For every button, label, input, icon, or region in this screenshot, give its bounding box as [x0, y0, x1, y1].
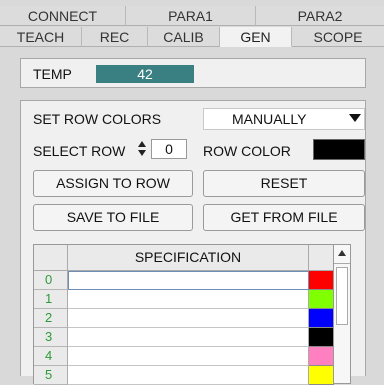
- tab-row-bottom: TEACH REC CALIB GEN SCOPE: [0, 27, 384, 47]
- select-row-input[interactable]: 0: [151, 139, 187, 159]
- reset-button[interactable]: RESET: [203, 170, 365, 197]
- table-scrollbar[interactable]: [333, 244, 351, 384]
- select-row-label: SELECT ROW: [33, 143, 126, 159]
- tab-connect[interactable]: CONNECT: [0, 6, 126, 26]
- row-header[interactable]: 4: [34, 347, 68, 366]
- chevron-up-icon: [338, 250, 346, 256]
- row-color-cell[interactable]: [309, 309, 334, 328]
- corner-header: [34, 245, 68, 271]
- specification-cell[interactable]: [68, 290, 309, 309]
- row-color-label: ROW COLOR: [203, 143, 291, 159]
- tab-para1[interactable]: PARA1: [126, 6, 256, 26]
- scroll-thumb[interactable]: [336, 267, 348, 325]
- temperature-panel: TEMP 42: [20, 58, 366, 88]
- increment-icon[interactable]: [138, 141, 146, 147]
- row-colors-mode-value: MANUALLY: [232, 111, 307, 127]
- row-color-cell[interactable]: [309, 328, 334, 347]
- row-color-cell[interactable]: [309, 347, 334, 366]
- specification-cell[interactable]: [68, 309, 309, 328]
- get-from-file-button[interactable]: GET FROM FILE: [203, 204, 365, 231]
- temp-value-display: 42: [96, 65, 194, 83]
- row-header[interactable]: 3: [34, 328, 68, 347]
- tab-teach[interactable]: TEACH: [0, 27, 82, 47]
- assign-to-row-button[interactable]: ASSIGN TO ROW: [33, 170, 193, 197]
- tab-rec[interactable]: REC: [82, 27, 148, 47]
- select-row-spinner[interactable]: [137, 139, 148, 159]
- specification-table: SPECIFICATION 012345: [33, 244, 335, 385]
- tab-gen[interactable]: GEN: [220, 27, 292, 47]
- row-colors-mode-select[interactable]: MANUALLY: [203, 108, 365, 130]
- specification-cell[interactable]: [68, 271, 309, 290]
- tab-calib[interactable]: CALIB: [148, 27, 220, 47]
- row-header[interactable]: 1: [34, 290, 68, 309]
- color-column-header: [309, 245, 334, 271]
- set-row-colors-label: SET ROW COLORS: [33, 111, 162, 127]
- save-to-file-button[interactable]: SAVE TO FILE: [33, 204, 193, 231]
- row-header[interactable]: 0: [34, 271, 68, 290]
- row-color-cell[interactable]: [309, 271, 334, 290]
- tab-para2[interactable]: PARA2: [256, 6, 384, 26]
- row-header[interactable]: 2: [34, 309, 68, 328]
- chevron-down-icon: [349, 114, 361, 122]
- specification-cell[interactable]: [68, 347, 309, 366]
- tab-row-top: CONNECT PARA1 PARA2: [0, 6, 384, 26]
- scroll-up-button[interactable]: [334, 245, 350, 264]
- specification-cell[interactable]: [68, 328, 309, 347]
- specification-column-header: SPECIFICATION: [68, 245, 309, 271]
- temp-label: TEMP: [33, 66, 72, 82]
- decrement-icon[interactable]: [138, 150, 146, 156]
- row-color-cell[interactable]: [309, 290, 334, 309]
- tab-scope[interactable]: SCOPE: [292, 27, 384, 47]
- generator-panel: SET ROW COLORS MANUALLY SELECT ROW 0 ROW…: [20, 100, 366, 385]
- row-color-swatch[interactable]: [313, 139, 365, 160]
